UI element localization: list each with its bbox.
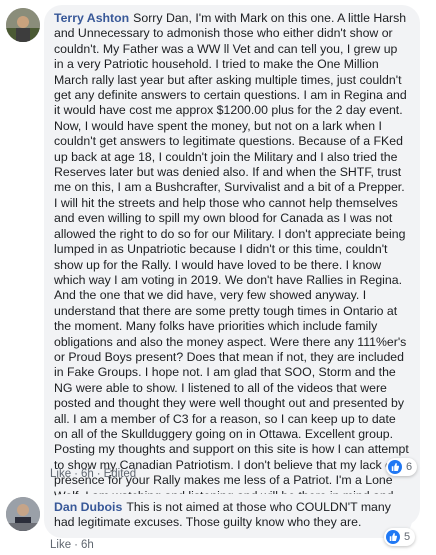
- reaction-count[interactable]: 5: [384, 528, 416, 546]
- comment-text: Sorry Dan, I'm with Mark on this one. A …: [54, 11, 409, 518]
- avatar[interactable]: [6, 8, 40, 42]
- like-link[interactable]: Like: [50, 539, 71, 551]
- comment-actions: Like · 6h: [50, 539, 94, 551]
- timestamp[interactable]: 6h: [81, 539, 94, 551]
- avatar-photo-icon: [6, 8, 40, 42]
- comment-bubble: Terry Ashton Sorry Dan, I'm with Mark on …: [44, 5, 420, 527]
- comment-bubble: Dan Dubois This is not aimed at those who…: [44, 494, 412, 538]
- thumbs-up-icon: [388, 460, 402, 474]
- comment-actions: Like · 6h · Edited: [50, 468, 137, 480]
- comment-author-name[interactable]: Terry Ashton: [54, 11, 129, 25]
- comment-author-name[interactable]: Dan Dubois: [54, 500, 122, 514]
- avatar-photo-icon: [6, 497, 40, 531]
- edited-label[interactable]: Edited: [104, 468, 137, 480]
- avatar[interactable]: [6, 497, 40, 531]
- reaction-count[interactable]: 6: [386, 458, 418, 476]
- comment-dan-dubois: Dan Dubois This is not aimed at those who…: [0, 490, 436, 555]
- comment-terry-ashton: Terry Ashton Sorry Dan, I'm with Mark on …: [0, 0, 436, 527]
- thumbs-up-icon: [386, 530, 400, 544]
- reaction-number: 6: [406, 461, 413, 473]
- reaction-number: 5: [404, 531, 411, 543]
- timestamp[interactable]: 6h: [81, 468, 94, 480]
- like-link[interactable]: Like: [50, 468, 71, 480]
